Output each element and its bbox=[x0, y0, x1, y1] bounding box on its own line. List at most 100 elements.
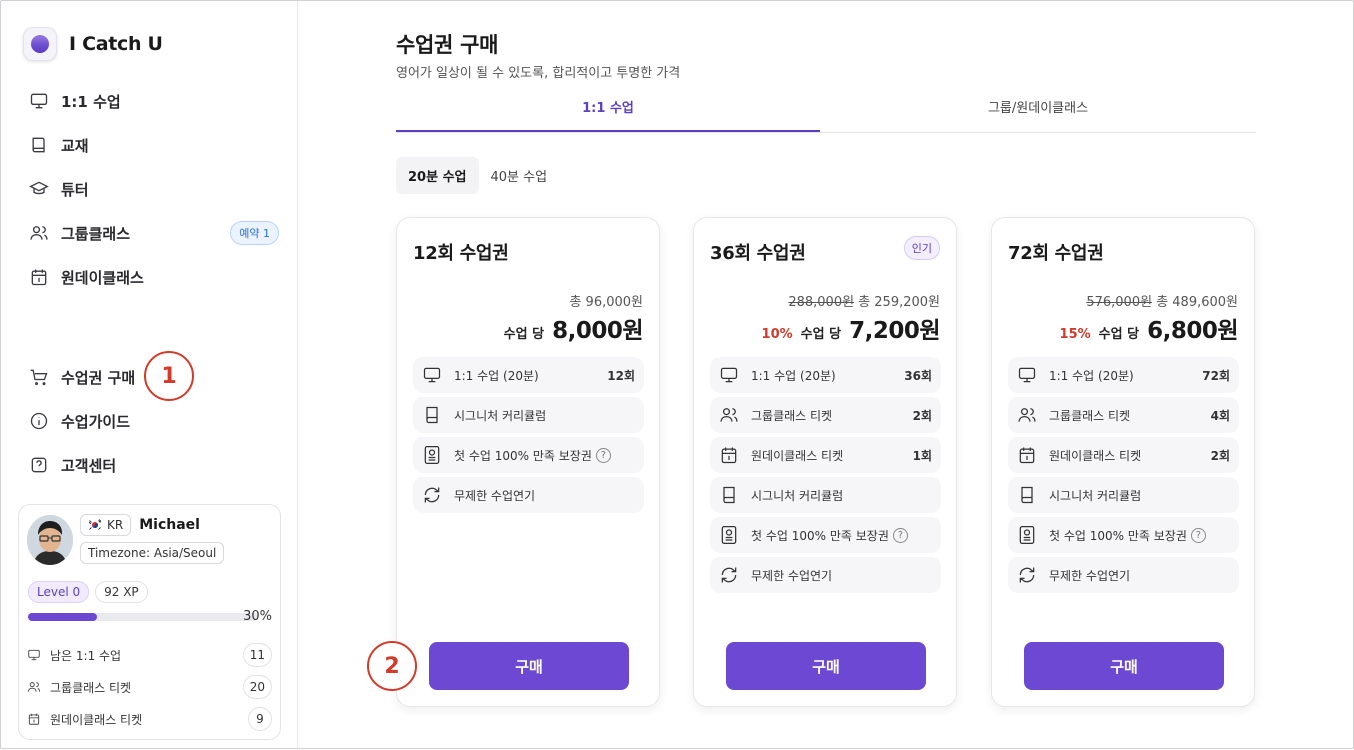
monitor-icon bbox=[30, 93, 48, 109]
stat-oneday-tickets: 원데이클래스 티켓 9 bbox=[27, 706, 272, 732]
feature-row: 원데이클래스 티켓 2회 bbox=[1008, 437, 1239, 473]
per-lesson-label: 수업 당 bbox=[800, 327, 842, 342]
stat-count: 20 bbox=[242, 675, 272, 699]
nav-item-guide[interactable]: 수업가이드 bbox=[29, 399, 279, 443]
duration-40min[interactable]: 40분 수업 bbox=[479, 157, 560, 194]
nav-item-group-class[interactable]: 그룹클래스 예약 1 bbox=[29, 211, 279, 255]
nav-label: 1:1 수업 bbox=[61, 92, 121, 111]
help-circle-icon[interactable]: ? bbox=[1190, 527, 1206, 543]
nav-label: 그룹클래스 bbox=[61, 224, 131, 243]
nav-label: 고객센터 bbox=[61, 456, 117, 475]
feature-label: 무제한 수업연기 bbox=[454, 488, 536, 503]
feature-row: 첫 수업 100% 만족 보장권 ? bbox=[1008, 517, 1239, 553]
xp-progress-fill bbox=[28, 613, 97, 621]
nav-item-support[interactable]: 고객센터 bbox=[29, 443, 279, 487]
per-lesson-label: 수업 당 bbox=[503, 327, 545, 342]
book-icon bbox=[426, 406, 438, 424]
feature-count: 72회 bbox=[1202, 368, 1230, 383]
tab-one-on-one[interactable]: 1:1 수업 bbox=[396, 91, 820, 132]
help-circle-icon[interactable]: ? bbox=[595, 447, 611, 463]
annotation-marker-1: 1 bbox=[144, 351, 194, 401]
book-icon bbox=[1021, 486, 1033, 504]
feature-count: 2회 bbox=[912, 408, 932, 423]
stat-remaining-lessons: 남은 1:1 수업 11 bbox=[27, 642, 272, 668]
xp-pill: 92 XP bbox=[95, 581, 148, 603]
plan-title: 36회 수업권 bbox=[710, 243, 806, 264]
progress-percent: 30% bbox=[243, 609, 272, 624]
feature-row: 1:1 수업 (20분) 36회 bbox=[710, 357, 941, 393]
feature-count: 36회 bbox=[904, 368, 932, 383]
app-frame: I Catch U 1:1 수업 교재 튜터 그룹클래스 예약 1 원데이클래스… bbox=[0, 0, 1354, 750]
stat-label: 그룹클래스 티켓 bbox=[50, 680, 132, 695]
nav-item-oneday-class[interactable]: 원데이클래스 bbox=[29, 255, 279, 299]
cart-icon bbox=[30, 369, 48, 386]
feature-label: 1:1 수업 (20분) bbox=[1049, 368, 1134, 383]
korea-flag-icon bbox=[88, 518, 102, 532]
users-icon bbox=[1018, 408, 1036, 422]
feature-row: 첫 수업 100% 만족 보장권 ? bbox=[710, 517, 941, 553]
users-icon bbox=[27, 682, 41, 692]
class-type-tabs: 1:1 수업 그룹/원데이클래스 bbox=[396, 91, 1256, 133]
plan-title: 72회 수업권 bbox=[1008, 243, 1104, 264]
avatar[interactable] bbox=[27, 515, 73, 565]
feature-count: 1회 bbox=[912, 448, 932, 463]
profile-card: KR Michael Timezone: Asia/Seoul Level 0 … bbox=[18, 504, 281, 740]
stat-label: 남은 1:1 수업 bbox=[50, 648, 122, 663]
xp-progress-bar bbox=[28, 613, 258, 621]
calendar-icon bbox=[31, 269, 47, 286]
sidebar: I Catch U 1:1 수업 교재 튜터 그룹클래스 예약 1 원데이클래스… bbox=[1, 1, 298, 750]
feature-count: 4회 bbox=[1210, 408, 1230, 423]
nav-item-one-on-one[interactable]: 1:1 수업 bbox=[29, 79, 279, 123]
nav-item-textbook[interactable]: 교재 bbox=[29, 123, 279, 167]
brand[interactable]: I Catch U bbox=[23, 27, 163, 61]
original-price: 288,000원 bbox=[788, 295, 855, 310]
reservation-badge[interactable]: 예약 1 bbox=[230, 221, 279, 245]
feature-count: 12회 bbox=[607, 368, 635, 383]
nav-label: 원데이클래스 bbox=[61, 268, 144, 287]
book-icon bbox=[32, 137, 45, 153]
plan-card-36: 36회 수업권 인기 288,000원 총 259,200원 10% 수업 당 … bbox=[693, 217, 957, 707]
duration-toggle: 20분 수업 40분 수업 bbox=[396, 157, 559, 194]
feature-label: 무제한 수업연기 bbox=[1049, 568, 1131, 583]
duration-20min[interactable]: 20분 수업 bbox=[396, 157, 479, 194]
stat-count: 9 bbox=[248, 707, 272, 731]
monitor-icon bbox=[28, 649, 40, 661]
stat-label: 원데이클래스 티켓 bbox=[50, 712, 143, 727]
help-icon bbox=[31, 457, 47, 473]
feature-row: 무제한 수업연기 bbox=[1008, 557, 1239, 593]
user-name: Michael bbox=[139, 517, 200, 533]
price-line: 10% 수업 당 7,200원 bbox=[761, 311, 941, 345]
timezone-chip[interactable]: Timezone: Asia/Seoul bbox=[80, 542, 225, 564]
graduation-cap-icon bbox=[29, 181, 49, 195]
total-price: 총 489,600원 bbox=[1156, 295, 1238, 310]
nav-label: 수업가이드 bbox=[61, 412, 131, 431]
feature-row: 그룹클래스 티켓 2회 bbox=[710, 397, 941, 433]
per-lesson-price: 7,200원 bbox=[849, 318, 940, 344]
buy-button[interactable]: 구매 bbox=[726, 642, 926, 690]
users-icon bbox=[720, 408, 738, 422]
nav-item-tutor[interactable]: 튜터 bbox=[29, 167, 279, 211]
feature-label: 1:1 수업 (20분) bbox=[751, 368, 836, 383]
tab-group-oneday[interactable]: 그룹/원데이클래스 bbox=[820, 91, 1256, 132]
nav-label: 교재 bbox=[61, 136, 89, 155]
level-pill: Level 0 bbox=[28, 581, 90, 603]
book-icon bbox=[723, 486, 735, 504]
discount-rate: 10% bbox=[761, 327, 793, 342]
certificate-icon bbox=[424, 446, 440, 464]
buy-button[interactable]: 구매 bbox=[1024, 642, 1224, 690]
help-circle-icon[interactable]: ? bbox=[892, 527, 908, 543]
refresh-icon bbox=[1019, 567, 1035, 583]
monitor-icon bbox=[720, 367, 738, 383]
feature-row: 그룹클래스 티켓 4회 bbox=[1008, 397, 1239, 433]
plan-total: 총 96,000원 bbox=[569, 295, 643, 310]
feature-count: 2회 bbox=[1210, 448, 1230, 463]
page-title: 수업권 구매 bbox=[396, 33, 499, 57]
calendar-icon bbox=[28, 713, 40, 725]
plan-total: 576,000원 총 489,600원 bbox=[1086, 291, 1238, 310]
feature-row: 1:1 수업 (20분) 72회 bbox=[1008, 357, 1239, 393]
calendar-icon bbox=[1019, 447, 1035, 464]
feature-row: 첫 수업 100% 만족 보장권 ? bbox=[413, 437, 644, 473]
buy-button[interactable]: 구매 bbox=[429, 642, 629, 690]
price-line: 수업 당 8,000원 bbox=[503, 311, 644, 345]
nav-primary: 1:1 수업 교재 튜터 그룹클래스 예약 1 원데이클래스 bbox=[29, 79, 279, 299]
